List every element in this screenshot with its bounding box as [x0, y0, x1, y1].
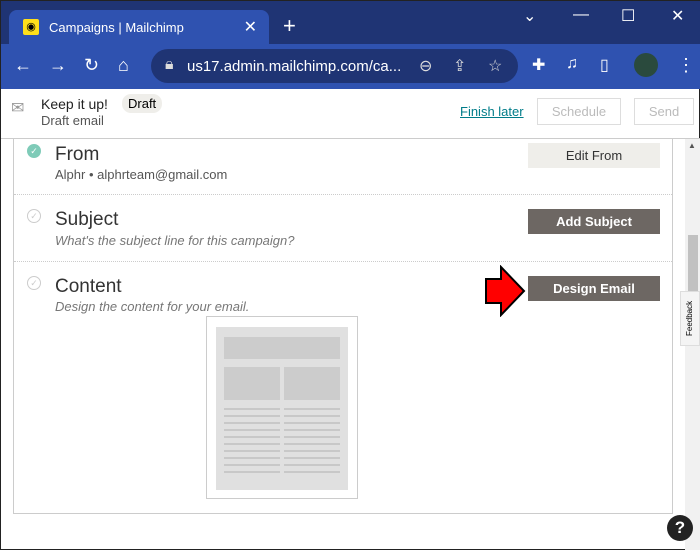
- status-badge: Draft: [122, 94, 163, 113]
- design-email-button[interactable]: Design Email: [528, 276, 660, 301]
- home-icon[interactable]: ⌂: [118, 55, 129, 76]
- url-text: us17.admin.mailchimp.com/ca...: [187, 58, 402, 75]
- extensions-icon[interactable]: ✚: [532, 55, 545, 75]
- schedule-button[interactable]: Schedule: [537, 98, 621, 125]
- sidepanel-icon[interactable]: ▯: [600, 55, 609, 75]
- minimize-button[interactable]: —: [573, 6, 589, 24]
- template-layout-icon: [216, 327, 348, 490]
- finish-later-link[interactable]: Finish later: [460, 104, 524, 119]
- close-window-button[interactable]: ✕: [671, 6, 684, 26]
- bookmark-star-icon[interactable]: ☆: [488, 56, 502, 76]
- row-title: Content: [55, 276, 122, 297]
- row-title: Subject: [55, 209, 119, 230]
- send-button[interactable]: Send: [634, 98, 694, 125]
- email-draft-icon: ✉: [11, 100, 25, 117]
- reload-icon[interactable]: ↻: [84, 55, 99, 76]
- subject-row: ✓ Subject What's the subject line for th…: [14, 195, 672, 262]
- forward-icon[interactable]: →: [49, 55, 67, 76]
- help-button[interactable]: ?: [667, 515, 693, 541]
- header-subtitle: Draft email: [41, 113, 104, 128]
- check-icon: ✓: [27, 144, 41, 158]
- header-title: Keep it up!: [41, 96, 108, 112]
- check-icon: ✓: [27, 209, 41, 223]
- red-arrow-annotation: [485, 265, 526, 317]
- browser-toolbar: ← → ↻ ⌂ 🔒︎ us17.admin.mailchimp.com/ca..…: [1, 44, 700, 89]
- menu-icon[interactable]: ⋮: [677, 55, 695, 76]
- media-icon[interactable]: ♫: [566, 55, 578, 73]
- check-icon: ✓: [27, 276, 41, 290]
- back-icon[interactable]: ←: [14, 55, 32, 76]
- edit-from-button[interactable]: Edit From: [528, 143, 660, 168]
- row-subtitle: Design the content for your email.: [55, 299, 250, 314]
- row-subtitle: Alphr • alphrteam@gmail.com: [55, 167, 228, 182]
- share-icon[interactable]: ⇪: [453, 56, 466, 76]
- row-title: From: [55, 144, 100, 165]
- new-tab-button[interactable]: +: [283, 13, 296, 39]
- maximize-button[interactable]: ☐: [621, 6, 635, 26]
- tab-search-icon[interactable]: ⌄: [523, 6, 536, 26]
- address-bar[interactable]: 🔒︎ us17.admin.mailchimp.com/ca... ⊖ ⇪ ☆: [151, 49, 518, 83]
- tab-title: Campaigns | Mailchimp: [49, 20, 184, 35]
- mailchimp-favicon: ◉: [23, 19, 39, 35]
- feedback-tab[interactable]: Feedback: [680, 291, 700, 346]
- campaign-header: ✉ Keep it up! Draft Draft email Finish l…: [1, 89, 700, 139]
- close-tab-icon[interactable]: ✕: [244, 17, 257, 37]
- email-template-preview[interactable]: [206, 316, 358, 499]
- scroll-up-icon[interactable]: ▲: [688, 141, 696, 150]
- lock-icon: 🔒︎: [165, 56, 174, 73]
- add-subject-button[interactable]: Add Subject: [528, 209, 660, 234]
- profile-avatar[interactable]: [634, 53, 658, 77]
- from-row: ✓ From Alphr • alphrteam@gmail.com Edit …: [14, 139, 672, 195]
- row-subtitle: What's the subject line for this campaig…: [55, 233, 295, 248]
- zoom-icon[interactable]: ⊖: [419, 56, 432, 76]
